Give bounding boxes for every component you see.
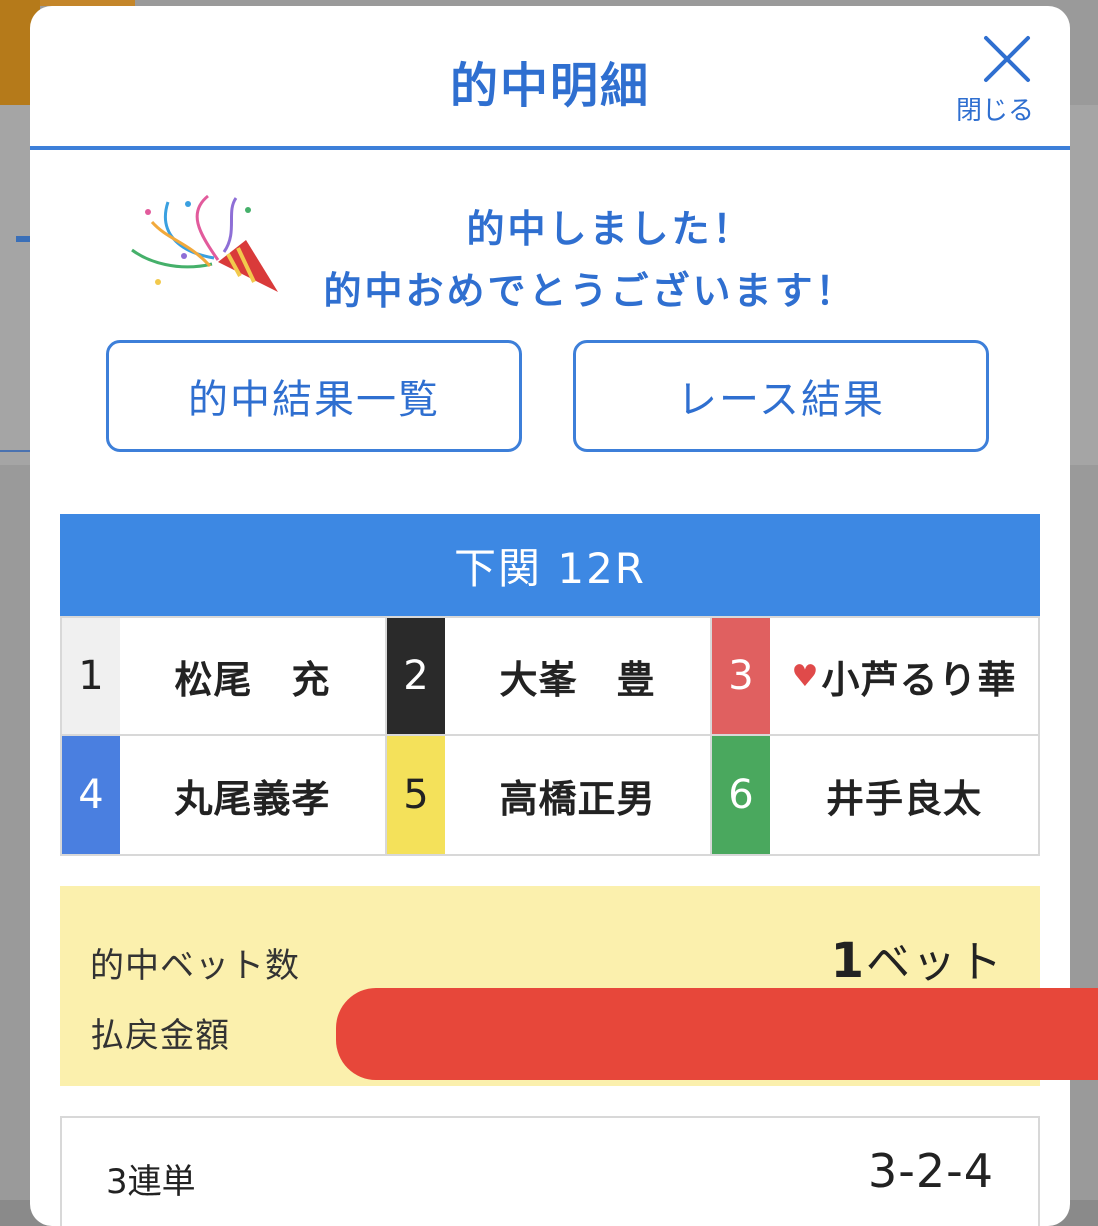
bet-combination: 3-2-4 [868,1144,994,1198]
racer-name: 大峯 豊 [499,657,656,702]
racer-cell-2: 2 大峯 豊 [387,618,712,736]
close-label: 閉じる [955,96,1034,126]
lane-number: 4 [62,736,120,854]
racer-name: 小芦るり華 [821,657,1017,702]
racer-grid: 1 松尾 充 2 大峯 豊 3 ♥ 小芦るり華 4 丸尾義孝 5 高橋正男 6 井… [60,616,1040,856]
redaction-mark [336,988,1098,1080]
racer-cell-4: 4 丸尾義孝 [62,736,387,854]
close-icon [984,36,1030,82]
race-results-button[interactable]: レース結果 [573,340,989,452]
racer-cell-3: 3 ♥ 小芦るり華 [712,618,1038,736]
heart-icon: ♥ [791,658,820,694]
action-buttons: 的中結果一覧 レース結果 [106,340,996,458]
congrats-message: 的中しました！ [466,207,754,251]
racer-name: 井手良太 [825,776,982,821]
racer-name-with-heart: ♥ 小芦るり華 [770,618,1038,734]
racer-cell-6: 6 井手良太 [712,736,1038,854]
hit-bets-value: 1ベット [831,926,1004,990]
hit-bets-label: 的中ベット数 [90,946,300,986]
close-button[interactable]: 閉じる [950,28,1040,128]
hit-results-list-button[interactable]: 的中結果一覧 [106,340,522,452]
lane-number: 1 [62,618,120,734]
racer-cell-5: 5 高橋正男 [387,736,712,854]
lane-number: 3 [712,618,770,734]
congrats-submessage: 的中おめでとうございます！ [323,269,857,313]
racer-name: 高橋正男 [499,776,656,821]
bet-type: 3連単 [106,1162,196,1202]
background-line [0,450,30,452]
lane-number: 5 [387,736,445,854]
payout-label: 払戻金額 [90,1016,230,1056]
racer-name: 松尾 充 [174,657,331,702]
ticket-row: 3連単 3-2-4 [60,1116,1040,1226]
modal-header: 的中明細 閉じる [30,6,1070,150]
congrats-section: 的中しました！ 的中おめでとうございます！ [30,150,1070,330]
race-title: 下関 12R [60,514,1040,616]
racer-cell-1: 1 松尾 充 [62,618,387,736]
racer-name: 丸尾義孝 [174,776,331,821]
hit-bets-unit: ベット [866,937,1004,988]
lane-number: 6 [712,736,770,854]
modal-title: 的中明細 [449,58,650,114]
lane-number: 2 [387,618,445,734]
hit-bets-count: 1 [830,933,866,989]
